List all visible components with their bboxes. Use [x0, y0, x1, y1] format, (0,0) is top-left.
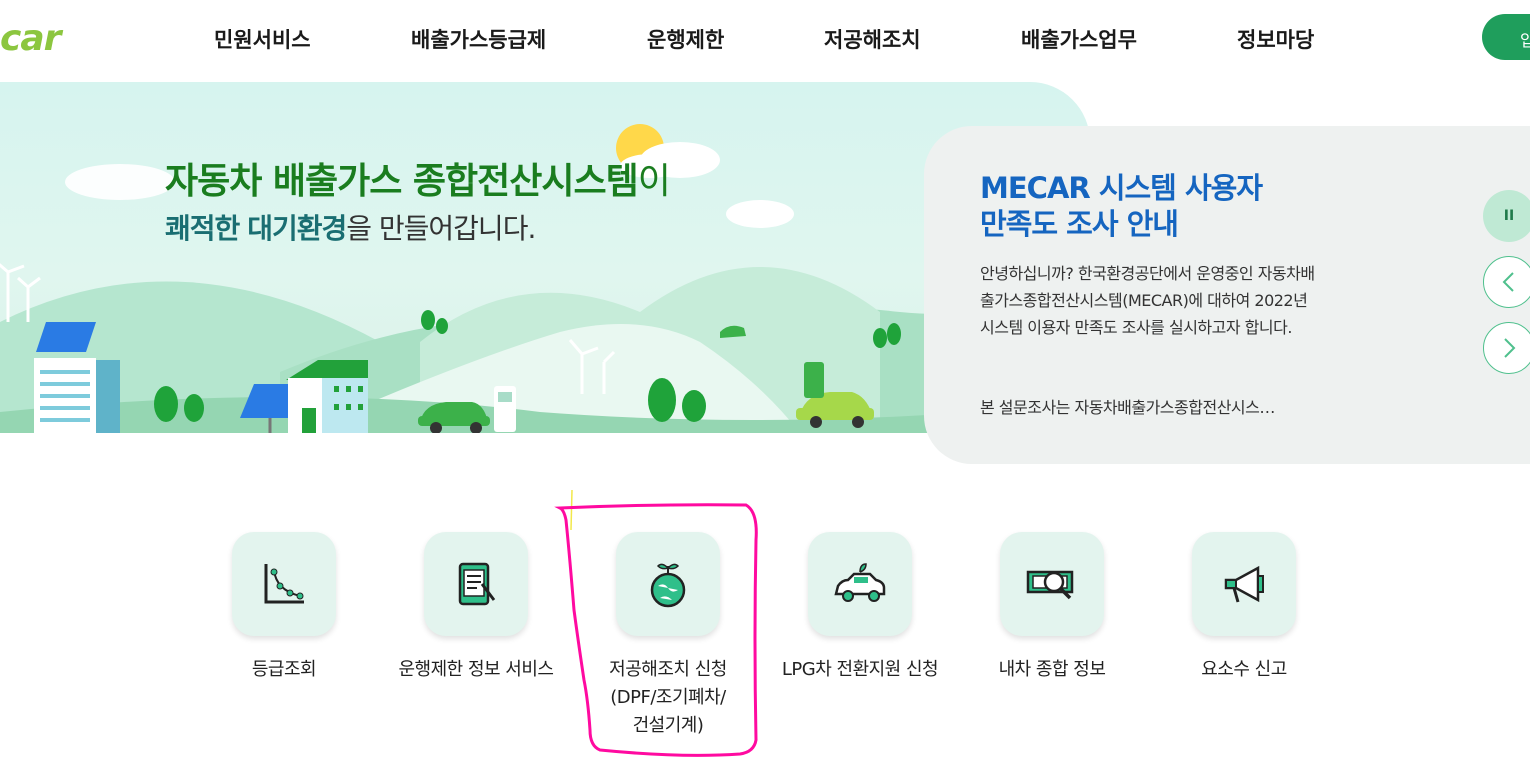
hero-title-suffix: 이 [637, 161, 671, 202]
header-login-button[interactable]: 입 [1482, 14, 1530, 60]
grade-chart-icon [264, 564, 304, 604]
nav-item-operation-limit[interactable]: 운행제한 [647, 24, 724, 54]
quick-label-line: 내차 종합 정보 [998, 659, 1106, 680]
eco-car-icon [834, 563, 886, 602]
quick-label: 내차 종합 정보 [952, 656, 1152, 684]
quick-label: 등급조회 [184, 656, 384, 684]
quick-label-line: 요소수 신고 [1201, 659, 1287, 680]
notice-title[interactable]: MECAR 시스템 사용자 만족도 조사 안내 [980, 170, 1263, 242]
quick-icon-box [1192, 532, 1296, 636]
megaphone-icon [1224, 565, 1264, 603]
quick-label: LPG차 전환지원 신청 [760, 656, 960, 684]
slider-prev-button[interactable] [1483, 256, 1530, 308]
hero-title-main: 자동차 배출가스 종합전산시스템 [165, 161, 639, 202]
notice-more-text: 본 설문조사는 자동차배출가스종합전산시스… [980, 398, 1275, 417]
quick-icon-box [808, 532, 912, 636]
quick-icon-box [1000, 532, 1104, 636]
hero-sub-space [239, 212, 247, 245]
quick-menu: 등급조회 운행제한 정보 서비스 저공해조치 신청 (DPF/조기폐차/ 건설기… [0, 530, 1530, 760]
main-navigation: 민원서비스 배출가스등급제 운행제한 저공해조치 배출가스업무 정보마당 [0, 24, 1530, 54]
quick-icon-box [616, 532, 720, 636]
hero-title: 자동차 배출가스 종합전산시스템이 [165, 152, 671, 204]
quick-label-line: 건설기계) [632, 715, 704, 736]
earth-sprout-icon [650, 563, 686, 608]
nav-item-info[interactable]: 정보마당 [1237, 24, 1314, 54]
money-search-icon [1026, 570, 1074, 600]
hero-sub-rest: 을 만들어갑니다. [346, 212, 536, 245]
quick-label: 요소수 신고 [1144, 656, 1344, 684]
quick-label-line: LPG차 전환지원 신청 [781, 659, 939, 680]
quick-label: 운행제한 정보 서비스 [376, 656, 576, 684]
nav-item-civil-service[interactable]: 민원서비스 [214, 24, 311, 54]
quick-label-line: (DPF/조기폐차/ [610, 687, 726, 708]
tablet-info-icon [458, 562, 496, 606]
quick-icon-box [424, 532, 528, 636]
hero-sub-emphasis-2: 대기환경 [247, 212, 347, 245]
slider-next-button[interactable] [1483, 322, 1530, 374]
chevron-right-icon [1504, 338, 1516, 358]
site-header: car 민원서비스 배출가스등급제 운행제한 저공해조치 배출가스업무 정보마당… [0, 0, 1530, 80]
nav-item-emission-work[interactable]: 배출가스업무 [1021, 24, 1137, 54]
chevron-left-icon [1502, 272, 1514, 292]
notice-title-line-2: 만족도 조사 안내 [980, 207, 1179, 241]
hero-sub-emphasis-1: 쾌적한 [165, 212, 240, 245]
quick-label-line: 운행제한 정보 서비스 [398, 659, 554, 680]
quick-icon-box [232, 532, 336, 636]
notice-title-line-1: MECAR 시스템 사용자 [980, 171, 1263, 205]
slider-pause-button[interactable]: II [1483, 190, 1530, 242]
nav-item-emission-grade[interactable]: 배출가스등급제 [411, 24, 546, 54]
hero-subtitle: 쾌적한 대기환경을 만들어갑니다. [165, 207, 536, 247]
nav-item-low-pollution[interactable]: 저공해조치 [824, 24, 921, 54]
quick-label: 저공해조치 신청 (DPF/조기폐차/ 건설기계) [568, 656, 768, 740]
notice-body: 안녕하십니까? 한국환경공단에서 운영중인 자동차배출가스종합전산시스템(MEC… [980, 264, 1315, 337]
notice-card[interactable]: MECAR 시스템 사용자 만족도 조사 안내 안녕하십니까? 한국환경공단에서… [924, 126, 1530, 464]
quick-label-line: 등급조회 [251, 659, 317, 680]
quick-label-line: 저공해조치 신청 [609, 659, 727, 680]
pause-icon: II [1503, 208, 1515, 224]
